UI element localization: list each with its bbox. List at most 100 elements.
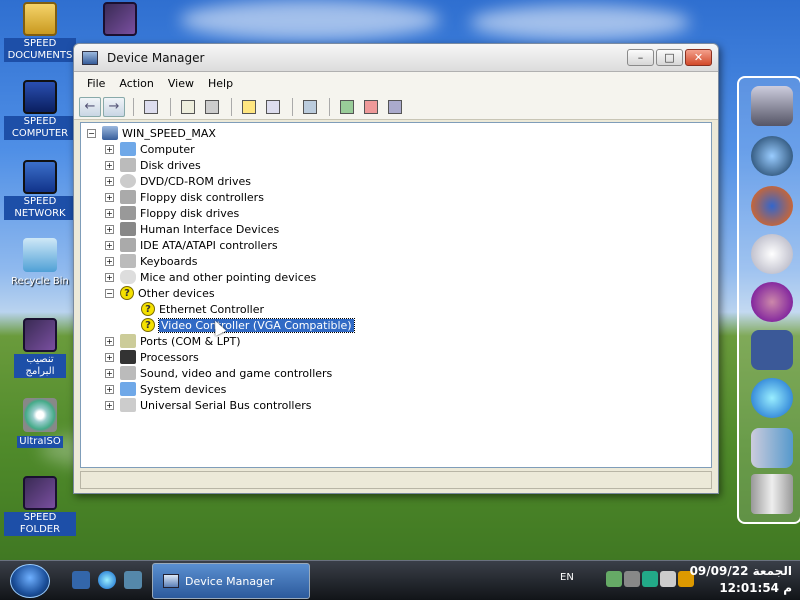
language-indicator[interactable]: EN [560, 572, 574, 583]
start-button[interactable] [10, 564, 50, 598]
tree-item-other-devices[interactable]: −? Other devices [105, 285, 215, 301]
desktop-icon-speed-documents[interactable]: SPEED DOCUMENTS [4, 2, 76, 62]
folder-icon [23, 318, 57, 352]
expand-icon[interactable]: + [105, 368, 114, 378]
minimize-button[interactable]: – [627, 49, 654, 66]
expand-icon[interactable]: + [105, 336, 114, 346]
tray-volume-icon[interactable] [660, 571, 676, 587]
tree-root[interactable]: − WIN_SPEED_MAX [87, 125, 216, 141]
tree-item-floppy-controllers[interactable]: + Floppy disk controllers [105, 189, 264, 205]
desktop-icon-speed-network[interactable]: SPEED NETWORK [4, 160, 76, 220]
tree-item-video-controller[interactable]: ? Video Controller (VGA Compatible) [141, 317, 355, 333]
dock-globe-icon[interactable] [751, 136, 793, 176]
clock-date: 09/09/22 الجمعة [689, 564, 792, 578]
tree-item-sound[interactable]: + Sound, video and game controllers [105, 365, 332, 381]
menu-view[interactable]: View [161, 77, 201, 90]
dock-finder-icon[interactable] [751, 428, 793, 468]
tree-item-label: Human Interface Devices [140, 222, 280, 236]
desktop-icon-speed-folder[interactable]: SPEED FOLDER [4, 476, 76, 536]
tree-item-system-devices[interactable]: + System devices [105, 381, 226, 397]
scan-hardware-button[interactable] [299, 97, 321, 117]
speaker-icon [120, 366, 136, 380]
recycle-bin-icon [23, 238, 57, 272]
expand-icon[interactable]: + [105, 224, 114, 234]
tree-item-keyboards[interactable]: + Keyboards [105, 253, 197, 269]
taskbar: Device Manager EN 09/09/22 الجمعة 12:01:… [0, 560, 800, 600]
tray-device-icon[interactable] [624, 571, 640, 587]
taskbar-task-device-manager[interactable]: Device Manager [152, 563, 310, 599]
floppy-controller-icon [120, 190, 136, 204]
network-icon [23, 160, 57, 194]
dock-yahoo-icon[interactable] [751, 282, 793, 322]
dock-internet-explorer-icon[interactable] [751, 378, 793, 418]
expand-icon[interactable]: + [105, 144, 114, 154]
quick-launch-icon[interactable] [124, 571, 142, 589]
hid-icon [120, 222, 136, 236]
expand-icon[interactable]: + [105, 352, 114, 362]
cloud [470, 5, 690, 40]
menu-help[interactable]: Help [201, 77, 240, 90]
internet-explorer-icon[interactable] [98, 571, 116, 589]
dock-trash-icon[interactable] [751, 474, 793, 514]
tree-item-usb[interactable]: + Universal Serial Bus controllers [105, 397, 311, 413]
disable-button[interactable] [384, 97, 406, 117]
tree-item-label: IDE ATA/ATAPI controllers [140, 238, 278, 252]
back-button[interactable]: ← [79, 96, 101, 117]
clock[interactable]: 09/09/22 الجمعة 12:01:54 م [690, 563, 792, 597]
uninstall-button[interactable] [360, 97, 382, 117]
expand-icon[interactable]: + [105, 208, 114, 218]
expand-icon[interactable]: + [105, 192, 114, 202]
menu-file[interactable]: File [80, 77, 112, 90]
tree-item-label: Processors [140, 350, 199, 364]
update-driver-button[interactable] [336, 97, 358, 117]
show-hide-console-tree-button[interactable] [140, 97, 162, 117]
close-button[interactable]: ✕ [685, 49, 712, 66]
show-desktop-icon[interactable] [72, 571, 90, 589]
tree-item-label: Floppy disk drives [140, 206, 240, 220]
tray-network-icon[interactable] [606, 571, 622, 587]
title-bar[interactable]: Device Manager – □ ✕ [74, 44, 718, 72]
tree-item-ethernet-controller[interactable]: ? Ethernet Controller [141, 301, 264, 317]
desktop-icon-recycle-bin[interactable]: Recycle Bin [4, 238, 76, 288]
desktop-icon-speed-computer[interactable]: SPEED COMPUTER [4, 80, 76, 140]
forward-button[interactable]: → [103, 96, 125, 117]
tray-security-icon[interactable] [642, 571, 658, 587]
tree-item-processors[interactable]: + Processors [105, 349, 199, 365]
desktop-icon-ultraiso[interactable]: UltraISO [4, 398, 76, 448]
tree-item-mice[interactable]: + Mice and other pointing devices [105, 269, 316, 285]
dock-firefox-icon[interactable] [751, 186, 793, 226]
tree-item-computer[interactable]: + Computer [105, 141, 195, 157]
expand-icon[interactable]: + [105, 400, 114, 410]
expand-icon[interactable]: + [105, 384, 114, 394]
dock [737, 76, 800, 524]
tree-item-floppy-drives[interactable]: + Floppy disk drives [105, 205, 239, 221]
expand-icon[interactable]: + [105, 240, 114, 250]
dock-settings-icon[interactable] [751, 234, 793, 274]
menu-action[interactable]: Action [112, 77, 160, 90]
dock-facebook-icon[interactable] [751, 330, 793, 370]
expand-icon[interactable]: + [105, 176, 114, 186]
expand-icon[interactable]: + [105, 160, 114, 170]
tree-item-dvd-cdrom[interactable]: + DVD/CD-ROM drives [105, 173, 251, 189]
desktop-icon-folder[interactable] [84, 2, 156, 38]
tree-item-label: Disk drives [140, 158, 201, 172]
tree-item-disk-drives[interactable]: + Disk drives [105, 157, 201, 173]
properties-button[interactable] [177, 97, 199, 117]
expand-icon[interactable]: + [105, 272, 114, 282]
help-button[interactable] [238, 97, 260, 117]
desktop-icon-label: Recycle Bin [11, 276, 69, 287]
show-hide-action-pane-button[interactable] [262, 97, 284, 117]
uninstall-icon [364, 99, 378, 114]
desktop-icon-install-programs[interactable]: تنصيب البرامج [4, 318, 76, 378]
maximize-button[interactable]: □ [656, 49, 683, 66]
dock-computer-icon[interactable] [751, 86, 793, 126]
tree-item-ide[interactable]: + IDE ATA/ATAPI controllers [105, 237, 278, 253]
tree-item-label: Other devices [138, 286, 215, 300]
tree-item-hid[interactable]: + Human Interface Devices [105, 221, 279, 237]
print-button[interactable] [201, 97, 223, 117]
tree-item-label: Ethernet Controller [159, 302, 264, 316]
collapse-icon[interactable]: − [87, 128, 96, 138]
tree-item-ports[interactable]: + Ports (COM & LPT) [105, 333, 241, 349]
expand-icon[interactable]: + [105, 256, 114, 266]
collapse-icon[interactable]: − [105, 288, 114, 298]
